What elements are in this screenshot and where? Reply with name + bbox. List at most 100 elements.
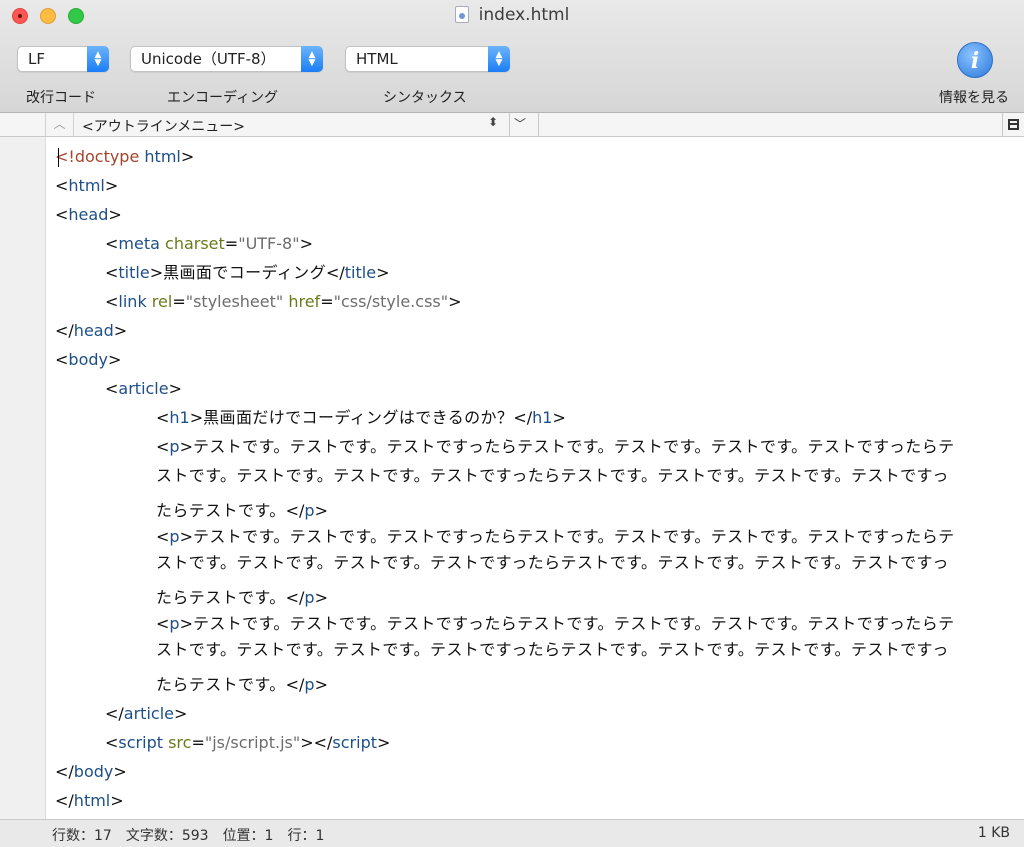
code-line: ストです。テストです。テストです。テストですったらテストです。テストです。テスト… bbox=[55, 635, 1010, 664]
outline-bar: ︿ <アウトラインメニュー> ⬍ ﹀ bbox=[0, 113, 1024, 137]
code-token: < bbox=[55, 147, 69, 166]
editor-area[interactable]: <!doctype html> <html> <head> <meta char… bbox=[0, 137, 1024, 819]
line-ending-label: 改行コード bbox=[26, 90, 96, 106]
status-position: 位置：1 bbox=[222, 828, 274, 844]
encoding-popup[interactable]: Unicode（UTF-8） ▲ ▼ bbox=[130, 46, 323, 72]
divider bbox=[509, 113, 510, 136]
code-token: p bbox=[169, 614, 180, 633]
status-row: 行：1 bbox=[287, 828, 325, 844]
code-token: ストです。テストです。テストです。テストですったらテストです。テストです。テスト… bbox=[156, 640, 949, 659]
code-token: title bbox=[344, 263, 377, 282]
encoding-label: エンコーディング bbox=[167, 90, 279, 106]
code-token: ストです。テストです。テストです。テストですったらテストです。テストです。テスト… bbox=[156, 553, 949, 572]
split-view-button[interactable] bbox=[1002, 113, 1024, 136]
code-token: たらテストです。 bbox=[156, 501, 286, 520]
code-token: body bbox=[68, 350, 108, 369]
code-line: <h1>黒画面だけでコーディングはできるのか？</h1> bbox=[156, 408, 566, 427]
code-token: p bbox=[304, 501, 315, 520]
code-token: href bbox=[288, 292, 321, 311]
code-token: 黒画面でコーディング bbox=[163, 263, 326, 282]
chevron-down-icon[interactable]: ﹀ bbox=[514, 115, 526, 132]
code-token: テストです。テストです。テストですったらテストです。テストです。テストです。テス… bbox=[192, 437, 955, 456]
code-token: "stylesheet" bbox=[185, 292, 284, 311]
code-line: たらテストです。</p> bbox=[156, 501, 328, 520]
code-token: src bbox=[168, 733, 192, 752]
code-token: p bbox=[169, 437, 180, 456]
code-token: テストです。テストです。テストですったらテストです。テストです。テストです。テス… bbox=[192, 614, 955, 633]
window-title-text: index.html bbox=[478, 5, 570, 25]
info-label: 情報を見る bbox=[939, 90, 1009, 106]
line-ending-popup[interactable]: LF ▲ ▼ bbox=[17, 46, 109, 72]
code-token: ストです。テストです。テストです。テストですったらテストです。テストです。テスト… bbox=[156, 466, 949, 485]
code-line: <p>テストです。テストです。テストですったらテストです。テストです。テストです… bbox=[156, 437, 955, 456]
code-token: script bbox=[118, 733, 163, 752]
outline-menu[interactable]: <アウトラインメニュー> bbox=[82, 116, 245, 136]
code-line: <p>テストです。テストです。テストですったらテストです。テストです。テストです… bbox=[156, 527, 955, 546]
syntax-label: シンタックス bbox=[383, 90, 467, 106]
chevron-updown-icon[interactable]: ⬍ bbox=[488, 115, 498, 129]
encoding-value: Unicode（UTF-8） bbox=[141, 50, 276, 68]
code-token: meta bbox=[118, 234, 160, 253]
line-number-gutter bbox=[0, 137, 46, 819]
code-token: article bbox=[123, 704, 174, 723]
code-text[interactable]: <!doctype html> <html> <head> <meta char… bbox=[55, 142, 1010, 815]
divider bbox=[538, 113, 539, 136]
split-view-icon bbox=[1008, 119, 1019, 130]
window-title: index.html bbox=[0, 5, 1024, 25]
code-line: <script src="js/script.js"></script> bbox=[105, 733, 391, 752]
code-token: link bbox=[118, 292, 147, 311]
code-token: > bbox=[180, 147, 195, 166]
code-token: "js/script.js" bbox=[204, 733, 301, 752]
code-line: <body> bbox=[55, 350, 122, 369]
code-token: rel bbox=[151, 292, 173, 311]
chevron-updown-icon: ▲ ▼ bbox=[87, 46, 109, 72]
code-token: たらテストです。 bbox=[156, 588, 286, 607]
code-line: たらテストです。</p> bbox=[156, 675, 328, 694]
code-token: head bbox=[68, 205, 109, 224]
status-char-count: 文字数：593 bbox=[125, 828, 209, 844]
code-line: <p>テストです。テストです。テストですったらテストです。テストです。テストです… bbox=[156, 614, 955, 633]
code-line: <meta charset="UTF-8"> bbox=[105, 234, 313, 253]
window-toolbar: index.html LF ▲ ▼ 改行コード Unicode（UTF-8） ▲ ▼… bbox=[0, 0, 1024, 113]
info-button[interactable]: i bbox=[957, 42, 993, 78]
status-info: 行数：17 文字数：593 位置：1 行：1 bbox=[52, 825, 338, 845]
line-ending-value: LF bbox=[28, 50, 45, 68]
status-file-size: 1 KB bbox=[977, 825, 1010, 841]
code-line: <html> bbox=[55, 176, 119, 195]
status-line-count: 行数：17 bbox=[52, 828, 112, 844]
code-token: article bbox=[118, 379, 169, 398]
status-bar: 行数：17 文字数：593 位置：1 行：1 1 KB bbox=[0, 819, 1024, 847]
code-token: html bbox=[73, 791, 111, 810]
code-token: html bbox=[68, 176, 105, 195]
syntax-value: HTML bbox=[356, 50, 398, 68]
code-token: 黒画面だけでコーディングはできるのか？ bbox=[203, 408, 514, 427]
chevron-up-icon[interactable]: ︿ bbox=[46, 113, 74, 136]
code-token: head bbox=[73, 321, 114, 340]
code-token: body bbox=[73, 762, 114, 781]
code-token: h1 bbox=[532, 408, 553, 427]
code-token: !doctype bbox=[68, 147, 140, 166]
code-line: <title>黒画面でコーディング</title> bbox=[105, 263, 390, 282]
syntax-popup[interactable]: HTML ▲ ▼ bbox=[345, 46, 510, 72]
code-token: html bbox=[144, 147, 181, 166]
code-line: </head> bbox=[55, 321, 128, 340]
code-token: テストです。テストです。テストですったらテストです。テストです。テストです。テス… bbox=[192, 527, 955, 546]
code-token: = bbox=[224, 234, 239, 253]
code-token: p bbox=[304, 675, 315, 694]
code-line: たらテストです。</p> bbox=[156, 588, 328, 607]
code-line: </article> bbox=[105, 704, 188, 723]
chevron-updown-icon: ▲ ▼ bbox=[488, 46, 510, 72]
code-token: script bbox=[332, 733, 377, 752]
code-token: "UTF-8" bbox=[238, 234, 300, 253]
code-line: <!doctype html> bbox=[55, 142, 1010, 171]
info-icon: i bbox=[970, 48, 980, 74]
code-token: p bbox=[304, 588, 315, 607]
code-token: h1 bbox=[169, 408, 190, 427]
text-caret bbox=[58, 148, 59, 167]
html-document-icon bbox=[454, 6, 469, 23]
code-token: p bbox=[169, 527, 180, 546]
code-line: <head> bbox=[55, 205, 122, 224]
outline-gutter bbox=[0, 113, 46, 136]
code-token: charset bbox=[165, 234, 225, 253]
code-line: <article> bbox=[105, 379, 182, 398]
